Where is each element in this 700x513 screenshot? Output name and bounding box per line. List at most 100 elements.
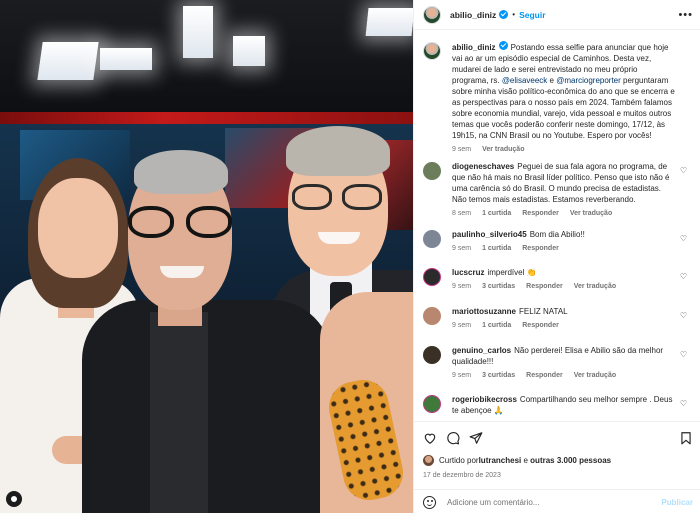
caption-author-avatar[interactable] — [423, 42, 441, 60]
comment-username[interactable]: diogeneschaves — [452, 162, 514, 171]
comment-time: 9 sem — [452, 322, 472, 329]
caption-meta: 9 sem Ver tradução — [452, 146, 676, 153]
comment-heart-icon[interactable]: ♡ — [680, 350, 687, 359]
studio-light — [365, 8, 413, 36]
share-icon[interactable] — [469, 431, 483, 445]
comment-text: rogeriobikecross Compartilhando seu melho… — [452, 394, 676, 416]
comment-heart-icon[interactable]: ♡ — [680, 399, 687, 408]
mention-link[interactable]: @marciogreporter — [556, 76, 621, 85]
commenter-avatar[interactable] — [423, 307, 441, 325]
caption: abilio_diniz Postando essa selfie para an… — [423, 41, 693, 153]
comment-meta: 9 sem 3 curtidas Responder Ver tradução — [452, 283, 676, 290]
comment-username[interactable]: lucscruz — [452, 268, 484, 277]
reply-button[interactable]: Responder — [522, 322, 559, 329]
likes-summary[interactable]: Curtido por lutranchesi e outras 3.000 p… — [423, 455, 611, 466]
author-avatar[interactable] — [423, 5, 441, 24]
likes-prefix: Curtido por — [439, 456, 479, 465]
emoji-icon[interactable] — [423, 495, 436, 509]
likes-conj: e — [521, 456, 531, 465]
studio-light — [233, 36, 265, 66]
see-translation-link[interactable]: Ver tradução — [574, 283, 616, 290]
person-woman-face — [38, 178, 118, 278]
author-username[interactable]: abilio_diniz — [450, 10, 496, 20]
see-translation-link[interactable]: Ver tradução — [482, 146, 524, 153]
comment-heart-icon[interactable]: ♡ — [680, 311, 687, 320]
add-comment-bar: Publicar — [414, 489, 700, 513]
reply-button[interactable]: Responder — [522, 245, 559, 252]
comment-meta: 8 sem 1 curtida Responder Ver tradução — [452, 210, 676, 217]
comment-username[interactable]: rogeriobikecross — [452, 395, 517, 404]
person-right-glasses — [290, 184, 386, 214]
comment-item: paulinho_silverio45 Bom dia Abilio!! 9 se… — [423, 229, 693, 252]
person-center-smile — [160, 266, 204, 278]
commenter-avatar[interactable] — [423, 162, 441, 180]
comment-username[interactable]: genuino_carlos — [452, 346, 511, 355]
comment-likes[interactable]: 3 curtidas — [482, 283, 515, 290]
reply-button[interactable]: Responder — [526, 372, 563, 379]
comment-heart-icon[interactable]: ♡ — [680, 166, 687, 175]
post-photo[interactable] — [0, 0, 413, 513]
comment-meta: 9 sem 1 curtida Responder — [452, 245, 676, 252]
commenter-avatar[interactable] — [423, 395, 441, 413]
reply-button[interactable]: Responder — [522, 210, 559, 217]
liker-avatar — [423, 455, 434, 466]
comment-time: 8 sem — [452, 210, 472, 217]
studio-light — [183, 6, 213, 58]
comment-heart-icon[interactable]: ♡ — [680, 234, 687, 243]
comment-body: Bom dia Abilio!! — [529, 230, 585, 239]
follow-button[interactable]: Seguir — [519, 10, 545, 20]
reply-button[interactable]: Responder — [526, 283, 563, 290]
publish-button[interactable]: Publicar — [661, 498, 693, 507]
heart-icon[interactable] — [423, 431, 437, 445]
commenter-avatar[interactable] — [423, 268, 441, 286]
comment-text: paulinho_silverio45 Bom dia Abilio!! — [452, 229, 676, 240]
separator-dot: • — [512, 10, 516, 19]
liker-username[interactable]: lutranchesi — [479, 456, 522, 465]
person-center-glasses — [128, 206, 234, 240]
comment-item: genuino_carlos Não perderei! Elisa e Abil… — [423, 345, 693, 379]
comment-text: diogeneschaves Peguei de sua fala agora n… — [452, 161, 676, 205]
mention-link[interactable]: @elisaveeck — [502, 76, 547, 85]
comment-item: mariottosuzanne FELIZ NATAL 9 sem 1 curtid… — [423, 306, 693, 329]
verified-badge-icon — [498, 41, 508, 50]
caption-text-part-2: perguntaram sobre minha visão político-e… — [452, 76, 675, 140]
comment-username[interactable]: paulinho_silverio45 — [452, 230, 527, 239]
commenter-avatar[interactable] — [423, 346, 441, 364]
comment-text: genuino_carlos Não perderei! Elisa e Abil… — [452, 345, 676, 367]
caption-time: 9 sem — [452, 146, 472, 153]
see-translation-link[interactable]: Ver tradução — [574, 372, 616, 379]
more-options-icon[interactable]: ••• — [678, 9, 693, 21]
commenter-avatar[interactable] — [423, 230, 441, 248]
comment-likes[interactable]: 1 curtida — [482, 245, 511, 252]
comment-meta: 9 sem 1 curtida Responder — [452, 322, 676, 329]
see-translation-link[interactable]: Ver tradução — [570, 210, 612, 217]
comment-username[interactable]: mariottosuzanne — [452, 307, 516, 316]
post-actions: Curtido por lutranchesi e outras 3.000 p… — [414, 421, 700, 513]
caption-username[interactable]: abilio_diniz — [452, 43, 496, 52]
comment-time: 9 sem — [452, 283, 472, 290]
comment-heart-icon[interactable]: ♡ — [680, 272, 687, 281]
person-center-hair — [134, 150, 228, 194]
comment-item: diogeneschaves Peguei de sua fala agora n… — [423, 161, 693, 217]
post-header: abilio_diniz • Seguir ••• — [414, 0, 700, 30]
studio-light — [100, 48, 152, 70]
comment-likes[interactable]: 1 curtida — [482, 210, 511, 217]
person-right-smile — [318, 232, 360, 244]
comments-list[interactable]: abilio_diniz Postando essa selfie para an… — [414, 30, 700, 421]
caption-conjunction: e — [547, 76, 557, 85]
person-right-hair — [286, 126, 390, 176]
likes-others-count[interactable]: outras 3.000 pessoas — [530, 456, 611, 465]
comment-item: lucscruz imperdível 👏 9 sem 3 curtidas Resp… — [423, 267, 693, 290]
tagged-users-icon[interactable] — [6, 491, 22, 507]
action-icon-row — [423, 431, 693, 447]
comment-time: 9 sem — [452, 245, 472, 252]
bookmark-icon[interactable] — [679, 431, 693, 445]
comment-text: mariottosuzanne FELIZ NATAL — [452, 306, 676, 317]
comment-likes[interactable]: 1 curtida — [482, 322, 511, 329]
comment-icon[interactable] — [446, 431, 460, 445]
comment-input[interactable] — [447, 497, 647, 507]
comment-likes[interactable]: 3 curtidas — [482, 372, 515, 379]
comment-text: lucscruz imperdível 👏 — [452, 267, 676, 278]
post-date: 17 de dezembro de 2023 — [423, 472, 501, 479]
comment-body: FELIZ NATAL — [519, 307, 568, 316]
